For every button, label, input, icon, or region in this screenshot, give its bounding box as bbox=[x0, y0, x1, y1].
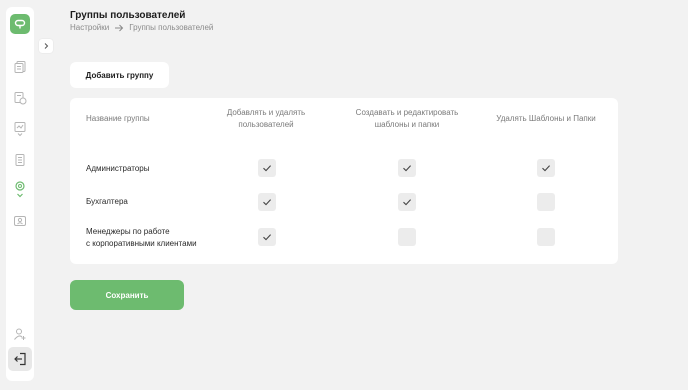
column-header-create-edit-templates: Создавать и редактировать шаблоны и папк… bbox=[355, 108, 459, 129]
checkmark-icon bbox=[263, 234, 272, 241]
sidebar bbox=[6, 7, 34, 381]
checkbox-administrators-add-remove-users[interactable] bbox=[258, 159, 276, 177]
exit-button[interactable] bbox=[8, 347, 32, 371]
save-button[interactable]: Сохранить bbox=[70, 280, 184, 310]
archive-icon[interactable] bbox=[12, 152, 28, 168]
checkbox-accountants-delete-templates[interactable] bbox=[537, 193, 555, 211]
documents-icon[interactable] bbox=[12, 59, 28, 75]
checkbox-accountants-add-remove-users[interactable] bbox=[258, 193, 276, 211]
checkbox-administrators-delete-templates[interactable] bbox=[537, 159, 555, 177]
checkmark-icon bbox=[403, 199, 412, 206]
checkmark-icon bbox=[403, 165, 412, 172]
group-name-corporate-managers: Менеджеры по работе с корпоративными кли… bbox=[86, 227, 197, 248]
breadcrumb-settings-link[interactable]: Настройки bbox=[70, 23, 109, 32]
exit-icon bbox=[14, 352, 26, 366]
group-name-administrators: Администраторы bbox=[86, 164, 150, 173]
page-title: Группы пользователей bbox=[70, 10, 186, 21]
breadcrumb: Настройки Группы пользователей bbox=[70, 23, 213, 32]
checkbox-administrators-create-edit-templates[interactable] bbox=[398, 159, 416, 177]
column-header-delete-templates: Удалять Шаблоны и Папки bbox=[496, 114, 596, 123]
checkbox-corporate-managers-delete-templates[interactable] bbox=[537, 228, 555, 246]
groups-table: Название группы Добавлять и удалять поль… bbox=[70, 98, 618, 264]
column-header-add-remove-users: Добавлять и удалять пользователей bbox=[226, 108, 306, 129]
checkbox-accountants-create-edit-templates[interactable] bbox=[398, 193, 416, 211]
add-user-icon[interactable] bbox=[12, 326, 28, 342]
checkmark-icon bbox=[263, 165, 272, 172]
group-name-accountants: Бухгалтера bbox=[86, 197, 128, 206]
id-card-icon[interactable] bbox=[12, 213, 28, 229]
checkmark-icon bbox=[263, 199, 272, 206]
arrow-right-icon bbox=[115, 24, 124, 31]
chevron-right-icon bbox=[44, 43, 49, 49]
signature-icon[interactable] bbox=[12, 121, 28, 137]
sidebar-collapse-button[interactable] bbox=[39, 39, 53, 53]
settings-icon[interactable] bbox=[12, 179, 28, 201]
templates-icon[interactable] bbox=[12, 90, 28, 106]
checkbox-corporate-managers-add-remove-users[interactable] bbox=[258, 228, 276, 246]
add-group-button[interactable]: Добавить группу bbox=[70, 62, 169, 88]
checkbox-corporate-managers-create-edit-templates[interactable] bbox=[398, 228, 416, 246]
logo-icon[interactable] bbox=[10, 14, 30, 34]
checkmark-icon bbox=[542, 165, 551, 172]
column-header-name: Название группы bbox=[86, 114, 150, 123]
breadcrumb-current: Группы пользователей bbox=[129, 23, 214, 32]
